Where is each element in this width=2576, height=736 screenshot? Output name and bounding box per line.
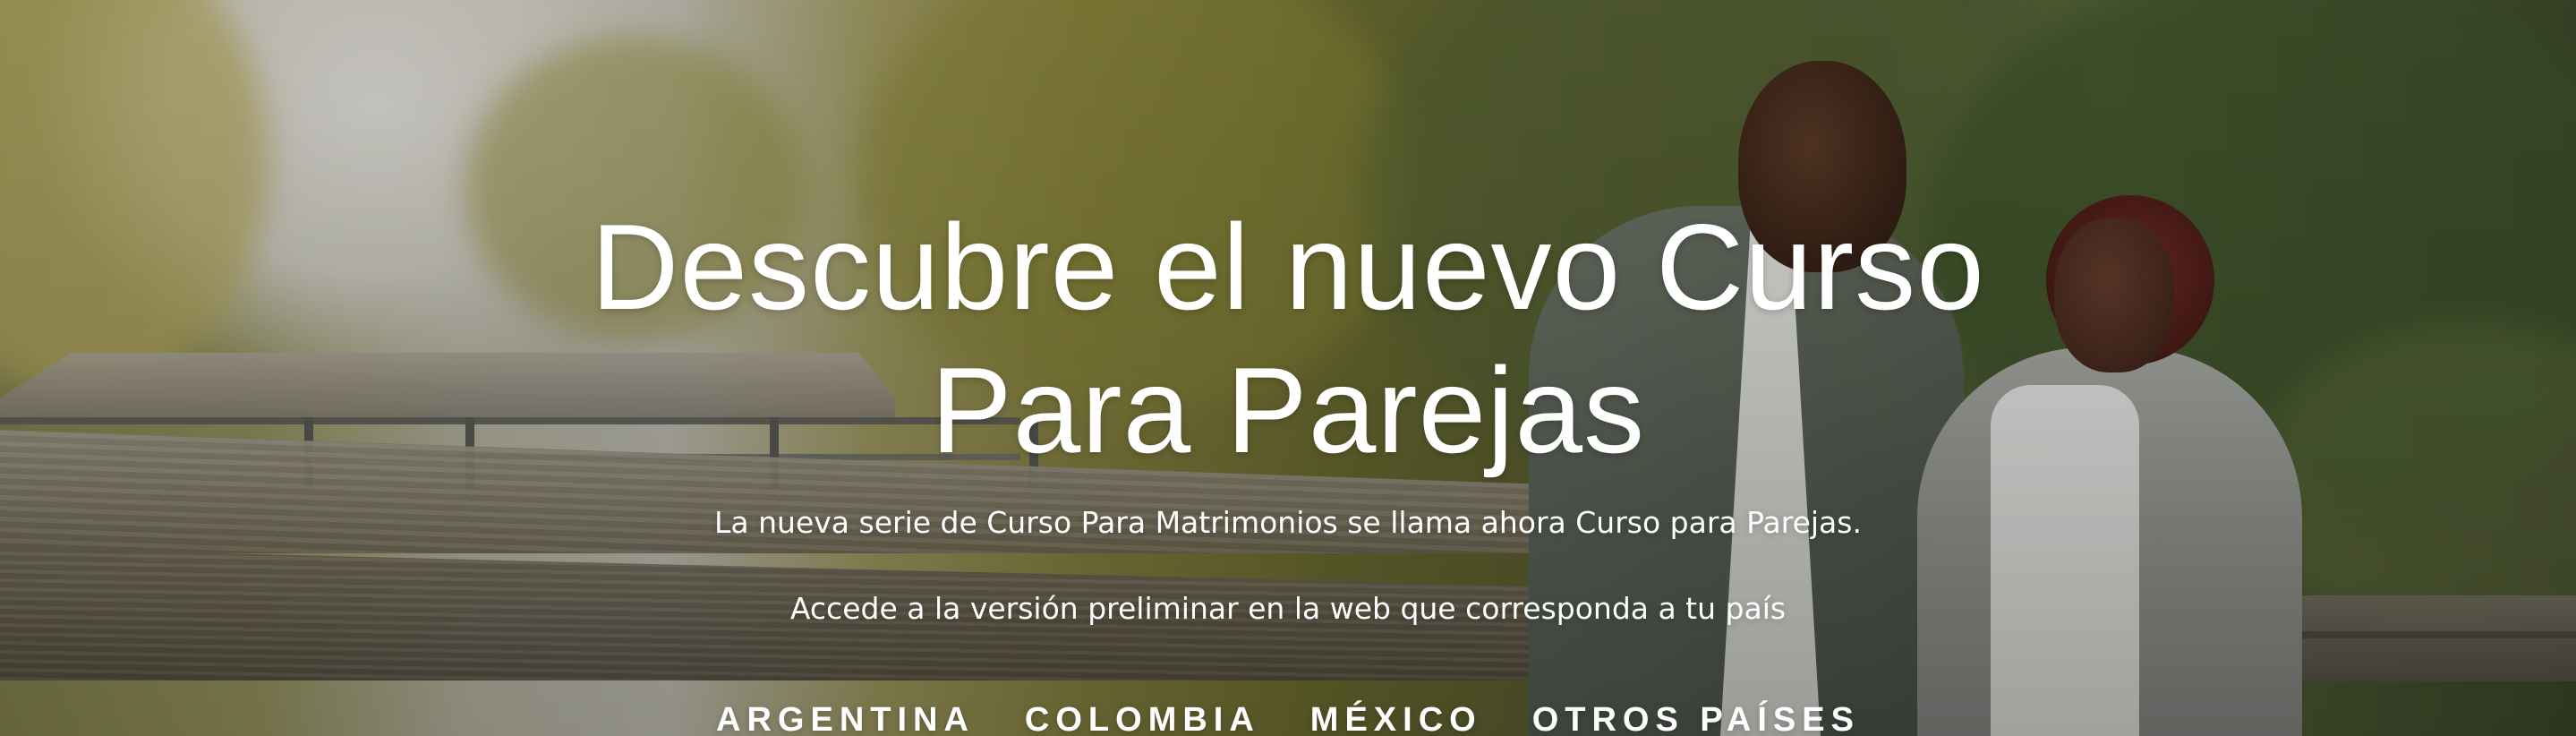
country-navigation: ARGENTINA COLOMBIA MÉXICO OTROS PAÍSES (644, 700, 1932, 736)
hero-title: Descubre el nuevo Curso Para Parejas (322, 195, 2254, 482)
hero-subtitle: La nueva serie de Curso Para Matrimonios… (714, 505, 1862, 540)
country-link-other-countries[interactable]: OTROS PAÍSES (1532, 700, 1860, 736)
country-link-argentina[interactable]: ARGENTINA (716, 700, 975, 736)
hero-section: Descubre el nuevo Curso Para Parejas La … (0, 0, 2576, 736)
country-link-colombia[interactable]: COLOMBIA (1025, 700, 1260, 736)
hero-title-line-1: Descubre el nuevo Curso (591, 199, 1985, 335)
country-link-mexico[interactable]: MÉXICO (1310, 700, 1482, 736)
hero-title-line-2: Para Parejas (930, 342, 1646, 478)
hero-access-text: Accede a la versión preliminar en la web… (789, 591, 1787, 626)
